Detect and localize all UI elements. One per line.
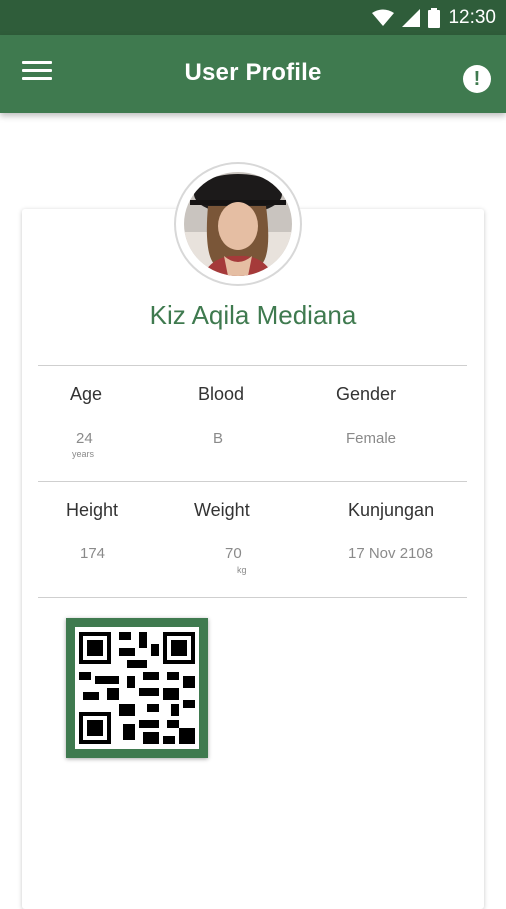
age-label: Age xyxy=(70,384,103,404)
gender-label: Gender xyxy=(336,384,397,404)
gender-value: Female xyxy=(346,430,397,447)
age-unit: years xyxy=(72,449,95,459)
qr-code[interactable] xyxy=(66,618,208,758)
page-title: User Profile xyxy=(184,59,322,86)
weight-value: 70 xyxy=(225,545,242,562)
user-name: Kiz Aqila Mediana xyxy=(149,300,357,330)
avatar xyxy=(174,162,302,286)
status-time: 12:30 xyxy=(448,7,496,28)
height-value: 174 xyxy=(80,545,106,562)
divider xyxy=(38,597,467,598)
blood-value: B xyxy=(213,430,224,447)
avatar-photo xyxy=(184,172,292,276)
divider xyxy=(38,481,467,482)
alert-icon[interactable]: ! xyxy=(463,65,491,93)
visit-label: Kunjungan xyxy=(348,500,435,520)
battery-icon xyxy=(428,8,441,28)
app-bar: User Profile ! xyxy=(0,35,506,113)
divider xyxy=(38,365,467,366)
status-icons: 12:30 xyxy=(372,6,496,30)
signal-icon xyxy=(402,9,421,27)
blood-label: Blood xyxy=(198,384,245,404)
qr-code-icon xyxy=(79,632,195,744)
wifi-icon xyxy=(372,9,395,26)
weight-label: Weight xyxy=(194,500,250,520)
age-value: 24 xyxy=(76,430,93,447)
visit-value: 17 Nov 2108 xyxy=(348,545,434,562)
weight-unit: kg xyxy=(237,565,247,575)
status-bar: 12:30 xyxy=(0,0,506,35)
height-label: Height xyxy=(66,500,119,520)
